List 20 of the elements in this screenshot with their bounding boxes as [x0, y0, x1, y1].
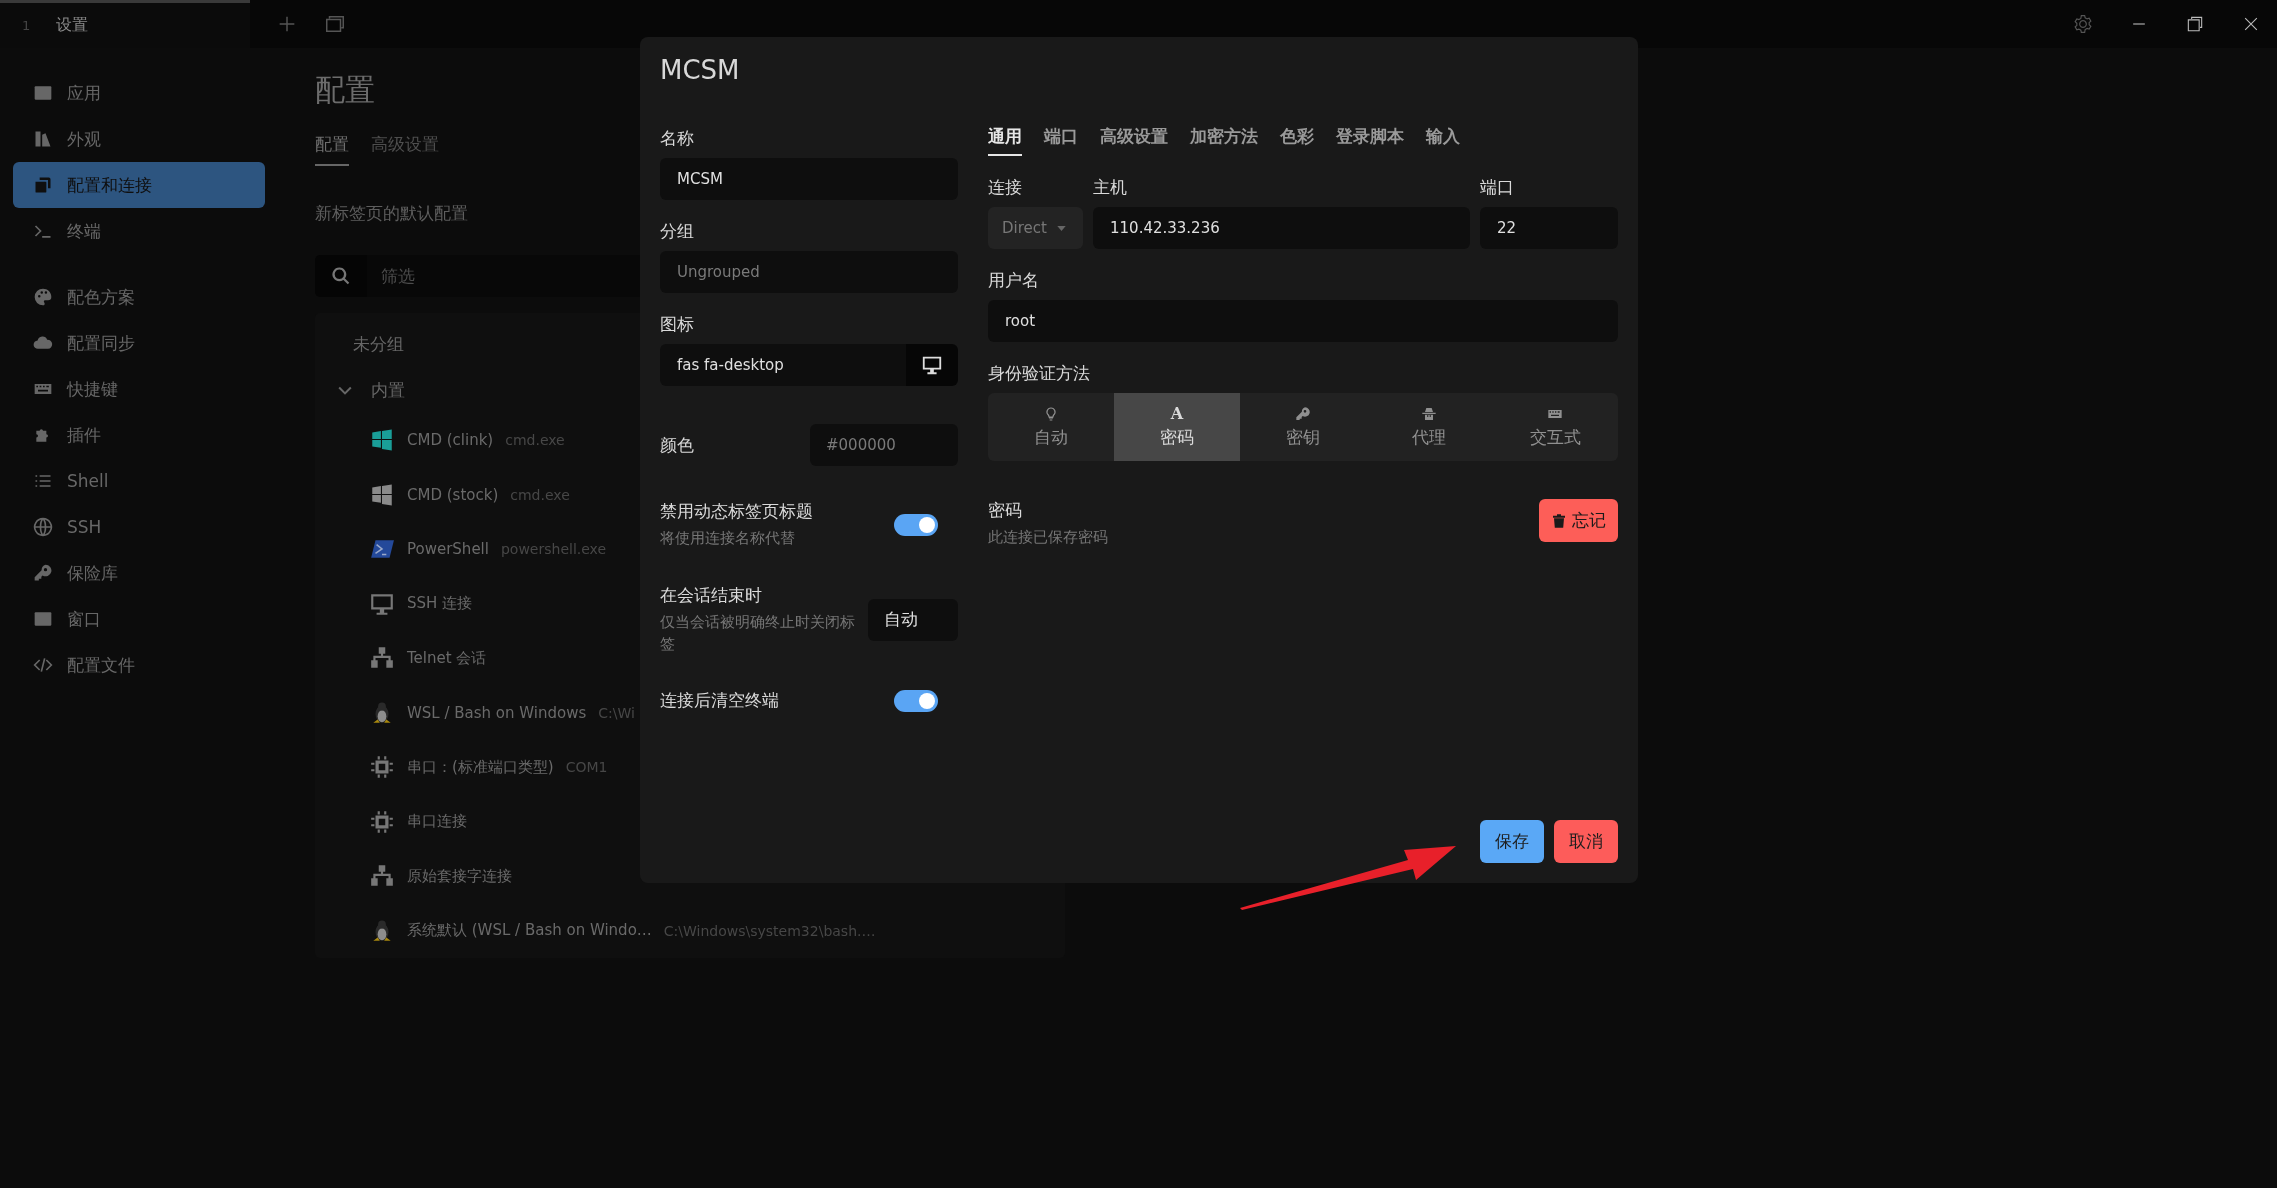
- field-label: 连接: [988, 176, 1023, 199]
- field-label: 用户名: [988, 269, 1040, 292]
- field-label: 名称: [660, 127, 695, 150]
- page-title: 配置: [315, 71, 376, 109]
- section-title: 新标签页的默认配置: [315, 202, 468, 225]
- field-label: 主机: [1093, 176, 1128, 199]
- dialog-title: MCSM: [660, 55, 741, 85]
- field-label: 图标: [660, 313, 695, 336]
- field-label: 颜色: [660, 433, 694, 457]
- field-label: 身份验证方法: [988, 362, 1091, 385]
- field-hint: 此连接已保存密码: [988, 528, 1108, 547]
- option-label: 连接后清空终端: [660, 689, 780, 713]
- option-hint: 将使用连接名称代替: [660, 529, 796, 548]
- letter-icon: A: [1170, 405, 1184, 422]
- option-label: 禁用动态标签页标题: [660, 500, 814, 523]
- field-label: 密码: [988, 499, 1023, 522]
- field-label: 端口: [1480, 176, 1515, 199]
- field-label: 分组: [660, 220, 695, 243]
- option-label: 在会话结束时: [660, 583, 763, 607]
- option-hint: 仅当会话被明确终止时关闭标签: [660, 612, 856, 654]
